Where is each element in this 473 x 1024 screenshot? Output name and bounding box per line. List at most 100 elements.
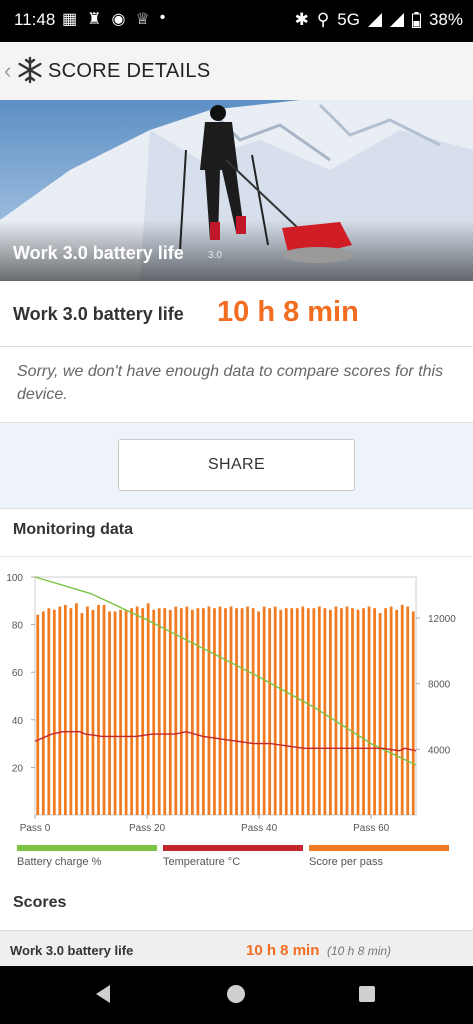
legend-label: Temperature °C (163, 856, 240, 868)
score-bar (202, 608, 205, 815)
score-bar (411, 611, 415, 815)
legend-swatch (163, 845, 303, 851)
snowflake-logo-icon[interactable] (16, 56, 44, 84)
score-bar (378, 613, 382, 815)
comparison-notice: Sorry, we don't have enough data to comp… (0, 347, 473, 423)
score-bar (185, 606, 189, 815)
score-bar (323, 608, 327, 815)
score-bar (179, 608, 183, 815)
battery-icon (411, 12, 421, 28)
score-bar (240, 608, 244, 815)
score-bar (52, 609, 56, 815)
score-bar (295, 608, 299, 815)
score-bar (224, 608, 227, 815)
y-left-tick-label: 20 (12, 763, 24, 774)
score-bar (284, 608, 288, 815)
y-right-tick-label: 12000 (428, 614, 456, 625)
score-bar (257, 611, 261, 815)
x-tick-label: Pass 20 (129, 823, 166, 834)
scores-row-name: Work 3.0 battery life (10, 943, 134, 958)
score-bar (251, 608, 255, 815)
y-left-tick-label: 60 (12, 668, 24, 679)
score-bar (290, 608, 294, 815)
score-bar (102, 604, 106, 815)
notification-icons: ▦ ♜ ◉ ♕ • (62, 9, 165, 29)
score-bar (163, 608, 167, 815)
legend-swatch (17, 845, 157, 851)
hero-image: Work 3.0 battery life 3.0 (0, 100, 473, 281)
score-bar (329, 609, 332, 815)
status-bar: 11:48 ▦ ♜ ◉ ♕ • ✱ ⚲ 5G 38% (0, 0, 473, 42)
y-left-tick-label: 40 (12, 716, 24, 727)
recents-nav-icon[interactable] (356, 983, 378, 1005)
back-chevron-icon[interactable]: ‹ (4, 58, 11, 84)
more-notifications-dot-icon: • (159, 9, 166, 26)
share-section: SHARE (0, 423, 473, 508)
legend-label: Score per pass (309, 856, 383, 868)
score-bar (80, 613, 84, 815)
scores-section: Scores (0, 886, 473, 930)
chart-svg: 20 40 60 80 100 4000 8000 12000 Pass 0 Pass 20 Pas… (6, 573, 456, 868)
back-nav-icon[interactable] (92, 983, 114, 1005)
score-bar (246, 606, 249, 815)
status-time: 11:48 (14, 10, 56, 29)
y-left-tick-label: 80 (12, 621, 24, 632)
score-bar (157, 608, 161, 815)
score-bar (47, 608, 51, 815)
score-value: 10 h 8 min (217, 296, 359, 328)
score-bar (351, 608, 354, 815)
score-bar (235, 608, 238, 815)
score-bar (340, 608, 343, 815)
network-type: 5G (337, 10, 360, 29)
score-bar (384, 608, 388, 815)
score-bar (108, 611, 111, 815)
x-tick-label: Pass 60 (353, 823, 390, 834)
score-bar (400, 604, 404, 815)
score-bar (141, 608, 145, 815)
page-title: SCORE DETAILS (48, 60, 211, 82)
score-bar (229, 606, 233, 815)
score-bar (119, 609, 122, 815)
score-bar (406, 606, 410, 815)
legend-label: Battery charge % (17, 856, 102, 868)
score-bar (279, 609, 283, 815)
notification-shield-icon: ♜ (87, 11, 102, 28)
score-bar (268, 608, 272, 815)
score-bar (69, 608, 73, 815)
scores-table-row: Work 3.0 battery life 10 h 8 min (10 h 8… (0, 930, 473, 967)
score-bar (58, 606, 62, 815)
app-bar: ‹ SCORE DETAILS (0, 42, 473, 101)
scores-title: Scores (13, 894, 67, 911)
score-bar (86, 606, 89, 815)
y-left-tick-label: 100 (6, 573, 23, 584)
x-tick-label: Pass 40 (241, 823, 278, 834)
score-bar (124, 609, 128, 815)
share-button[interactable]: SHARE (118, 439, 355, 491)
x-tick-label: Pass 0 (20, 823, 51, 834)
scores-row-value: 10 h 8 min (246, 942, 320, 959)
y-right-tick-label: 8000 (428, 680, 451, 691)
hero-version: 3.0 (208, 250, 222, 261)
scores-row-sub: (10 h 8 min) (327, 944, 392, 958)
score-bar (130, 608, 134, 815)
system-icons: ✱ ⚲ 5G 38% (295, 10, 463, 30)
score-bar (75, 603, 78, 815)
score-bar (373, 608, 376, 815)
score-bar (135, 606, 139, 815)
score-bar (152, 609, 156, 815)
notification-sync-icon: ◉ (111, 11, 126, 28)
score-bar (345, 606, 349, 815)
score-bar (196, 608, 200, 815)
comparison-notice-text: Sorry, we don't have enough data to comp… (17, 363, 444, 403)
score-bar (174, 606, 178, 815)
score-bar (356, 609, 360, 815)
monitoring-chart: 20 40 60 80 100 4000 8000 12000 Pass 0 Pass 20 Pas… (0, 567, 473, 877)
score-bar (389, 606, 393, 815)
score-bar (36, 614, 40, 815)
score-bar (146, 603, 150, 815)
monitoring-card: Monitoring data 20 40 60 80 100 4000 8000 12000… (0, 508, 473, 887)
hero-test-name: Work 3.0 battery life (13, 243, 184, 263)
home-nav-icon[interactable] (225, 983, 247, 1005)
y-right-tick-label: 4000 (428, 745, 451, 756)
score-bar (91, 609, 95, 815)
